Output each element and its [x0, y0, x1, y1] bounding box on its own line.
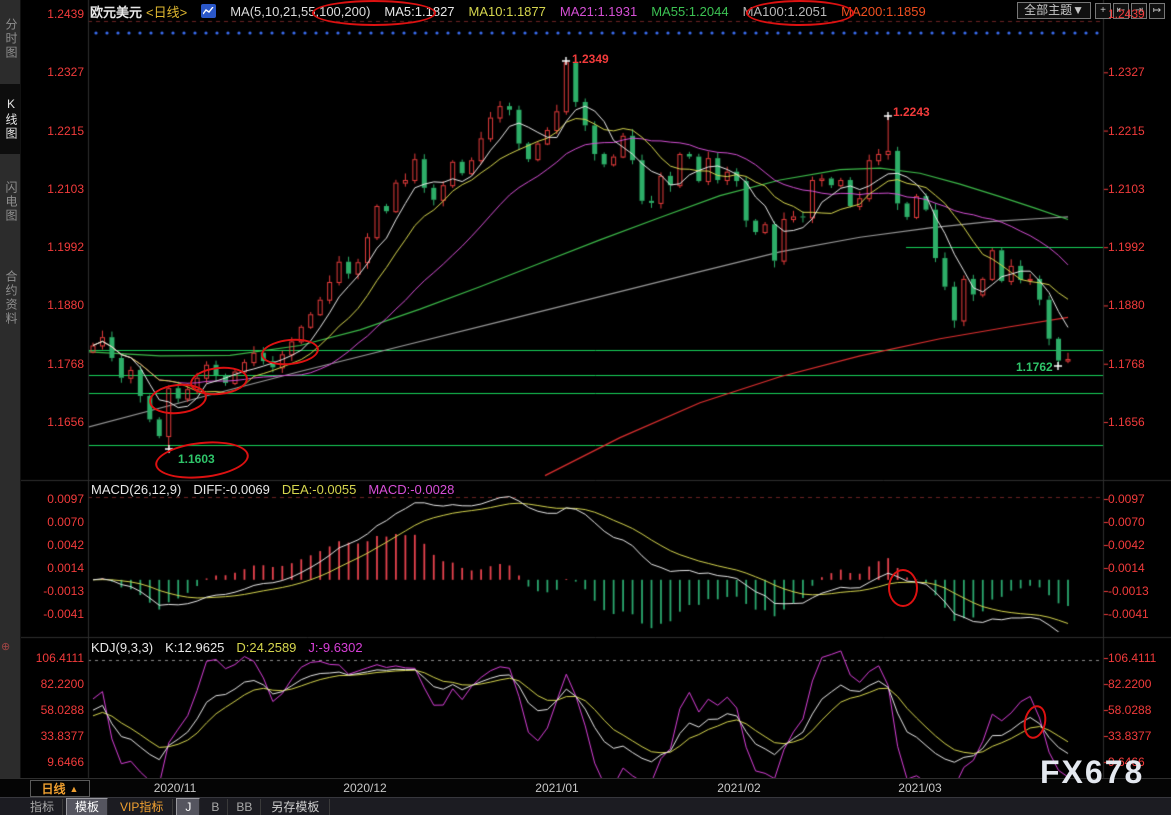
watermark: FX678	[1040, 754, 1144, 791]
sidebar-item-1[interactable]: K线图	[0, 84, 20, 154]
month-label-0: 2020/11	[154, 781, 197, 795]
ma-legend-value-4: MA100:1.2051	[743, 4, 828, 19]
macd-axis-label-right: -0.0041	[1108, 608, 1149, 621]
toolbar-item-B[interactable]: B	[203, 799, 228, 815]
kdj-k-value: K:12.9625	[165, 640, 224, 655]
macd-axis-label-left: 0.0014	[28, 562, 84, 575]
macd-axis-label-right: -0.0013	[1108, 585, 1149, 598]
period-tag: <日线>	[146, 2, 187, 21]
toolbar-item-J[interactable]: J	[176, 798, 200, 815]
period-selector[interactable]: 日线 ▲	[30, 780, 90, 797]
kdj-axis-label-left: 9.6466	[28, 756, 84, 769]
ma-legend-value-3: MA55:1.2044	[651, 4, 728, 19]
price-axis-label-left: 1.2103	[28, 183, 84, 196]
month-label-2: 2021/01	[535, 781, 578, 795]
price-axis-label-left: 1.2327	[28, 66, 84, 79]
price-axis-label-right: 1.1992	[1108, 241, 1145, 254]
chart-canvas[interactable]	[0, 0, 1171, 815]
kdj-header: KDJ(9,3,3) K:12.9625 D:24.2589 J:-9.6302	[91, 640, 363, 655]
sidebar: 分时图 K线图闪电图合约资料	[0, 0, 21, 778]
symbol-title: 欧元美元	[90, 2, 142, 21]
price-axis-label-left: 1.2215	[28, 125, 84, 138]
price-axis-label-left: 1.1992	[28, 241, 84, 254]
kdj-axis-label-left: 82.2200	[28, 678, 84, 691]
kdj-axis-label-left: 106.4111	[28, 652, 84, 665]
ma-legend-value-5: MA200:1.1859	[841, 4, 926, 19]
month-label-4: 2021/03	[898, 781, 941, 795]
chart-type-icon[interactable]	[201, 4, 216, 18]
price-axis-label-right: 1.2103	[1108, 183, 1145, 196]
ma-legend-value-0: MA5:1.1827	[384, 4, 454, 19]
macd-axis-label-left: 0.0042	[28, 539, 84, 552]
toolbar-item-指标[interactable]: 指标	[22, 799, 63, 815]
chart-header: 欧元美元<日线> MA(5,10,21,55,100,200) MA5:1.18…	[90, 2, 926, 20]
price-axis-label-right: 1.2215	[1108, 125, 1145, 138]
macd-diff-value: DIFF:-0.0069	[193, 482, 270, 497]
price-axis-label-left: 1.1656	[28, 416, 84, 429]
price-axis-label-right: 1.1656	[1108, 416, 1145, 429]
macd-axis-label-left: -0.0013	[28, 585, 84, 598]
sidebar-item-0[interactable]: 分时图	[0, 6, 20, 72]
macd-dea-value: DEA:-0.0055	[282, 482, 356, 497]
period-label: 日线	[42, 780, 66, 797]
macd-macd-value: MACD:-0.0028	[368, 482, 454, 497]
sidebar-item-2[interactable]: 闪电图	[0, 166, 20, 238]
kdj-axis-label-left: 58.0288	[28, 704, 84, 717]
macd-axis-label-right: 0.0042	[1108, 539, 1145, 552]
price-axis-label-right: 1.2439	[1108, 8, 1145, 21]
kdj-axis-label-left: 33.8377	[28, 730, 84, 743]
top-right-controls: 全部主题▼ +⇤⇥↦	[1017, 2, 1171, 19]
price-axis-label-right: 1.1768	[1108, 358, 1145, 371]
kdj-axis-label-right: 82.2200	[1108, 678, 1151, 691]
price-axis-label-left: 1.1768	[28, 358, 84, 371]
macd-axis-label-right: 0.0097	[1108, 493, 1145, 506]
kdj-axis-label-right: 58.0288	[1108, 704, 1151, 717]
ma-legend-value-2: MA21:1.1931	[560, 4, 637, 19]
price-axis-label-right: 1.2327	[1108, 66, 1145, 79]
ma-legend-value-1: MA10:1.1877	[469, 4, 546, 19]
kdj-axis-label-right: 33.8377	[1108, 730, 1151, 743]
ma-settings-label: MA(5,10,21,55,100,200)	[230, 4, 370, 19]
kdj-d-value: D:24.2589	[236, 640, 296, 655]
month-label-3: 2021/02	[717, 781, 760, 795]
month-label-1: 2020/12	[343, 781, 386, 795]
bottom-toolbar: 指标模板VIP指标JBBB另存模板	[0, 797, 1171, 815]
page-forward-icon[interactable]: ↦	[1149, 3, 1165, 19]
pane-settings-icon[interactable]: ⊕	[1, 640, 10, 653]
macd-title: MACD(26,12,9)	[91, 482, 181, 497]
trading-terminal: 分时图 K线图闪电图合约资料 ⊕ 欧元美元<日线> MA(5,10,21,55,1…	[0, 0, 1171, 815]
macd-axis-label-left: -0.0041	[28, 608, 84, 621]
time-axis-row: 日线 ▲ 2020/11 2020/12 2021/01 2021/02 2021/03	[0, 778, 1171, 798]
price-axis-label-left: 1.1880	[28, 299, 84, 312]
kdj-j-value: J:-9.6302	[308, 640, 362, 655]
theme-dropdown-button[interactable]: 全部主题▼	[1017, 2, 1091, 19]
toolbar-item-另存模板[interactable]: 另存模板	[261, 799, 330, 815]
price-axis-label-right: 1.1880	[1108, 299, 1145, 312]
sidebar-item-3[interactable]: 合约资料	[0, 250, 20, 346]
macd-axis-label-left: 0.0097	[28, 493, 84, 506]
macd-axis-label-right: 0.0014	[1108, 562, 1145, 575]
period-arrow-icon: ▲	[70, 784, 79, 794]
kdj-axis-label-right: 106.4111	[1108, 652, 1156, 665]
toolbar-item-BB[interactable]: BB	[228, 799, 261, 815]
ma-legend: MA5:1.1827 MA10:1.1877 MA21:1.1931 MA55:1.2…	[384, 4, 925, 19]
macd-axis-label-right: 0.0070	[1108, 516, 1145, 529]
macd-axis-label-left: 0.0070	[28, 516, 84, 529]
kdj-title: KDJ(9,3,3)	[91, 640, 153, 655]
toolbar-item-模板[interactable]: 模板	[66, 798, 108, 815]
price-axis-label-left: 1.2439	[28, 8, 84, 21]
macd-header: MACD(26,12,9) DIFF:-0.0069 DEA:-0.0055 M…	[91, 482, 454, 497]
toolbar-item-VIP指标[interactable]: VIP指标	[111, 799, 173, 815]
